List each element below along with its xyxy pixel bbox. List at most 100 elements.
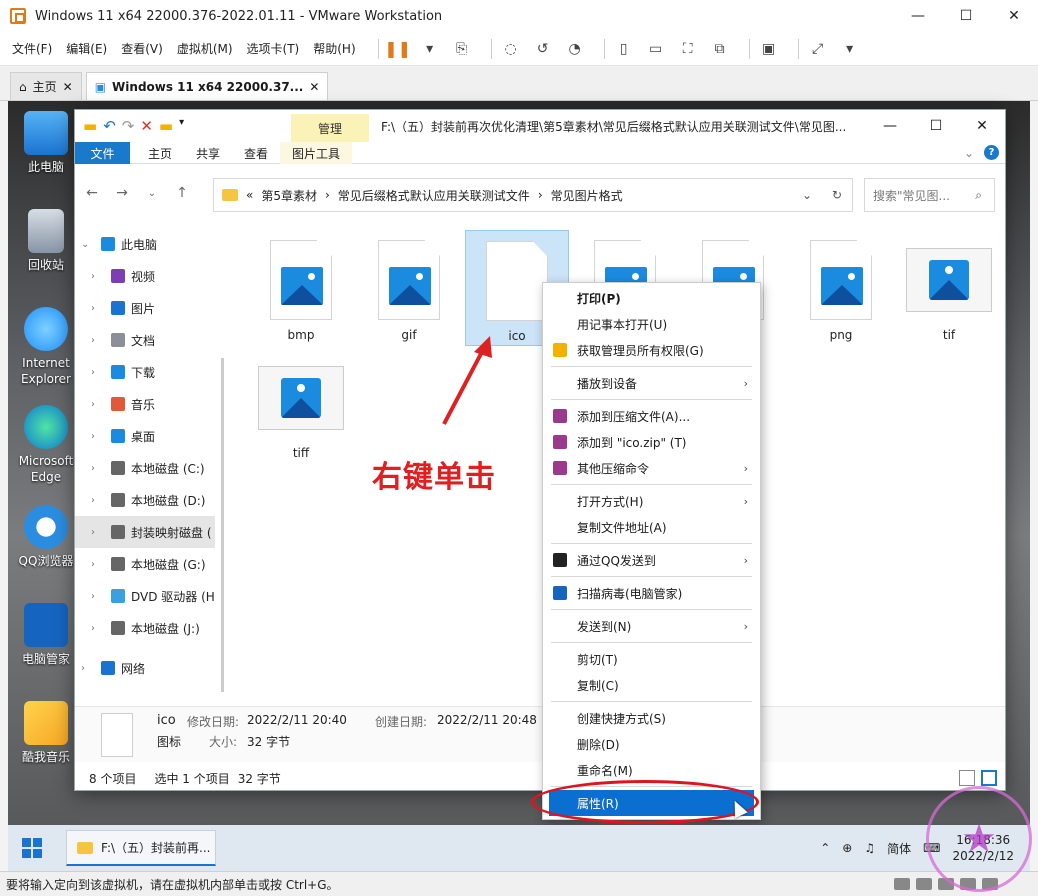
large-icons-view-icon[interactable] [981,770,997,786]
context-menu-item[interactable]: 剪切(T) [543,646,760,672]
desktop-icon-ie[interactable]: Internet Explorer [16,307,76,387]
minimize-button[interactable]: — [867,110,913,142]
collapse-chevron-icon[interactable]: › [91,559,105,570]
delete-icon[interactable]: ✕ [140,117,153,135]
desktop-icon-qq-browser[interactable]: QQ浏览器 [16,505,76,569]
address-dropdown-icon[interactable]: ⌄ [802,188,812,202]
input-method-label[interactable]: 简体 [887,840,911,857]
context-menu-item[interactable]: 打印(P) [543,285,760,311]
menu-tabs[interactable]: 选项卡(T) [247,40,300,57]
recent-dropdown-icon[interactable]: ⌄ [139,188,165,199]
context-menu-item[interactable]: 获取管理员所有权限(G) [543,337,760,363]
tray-chevron-icon[interactable]: ⌃ [820,841,830,855]
close-button[interactable]: ✕ [990,0,1038,32]
minimize-button[interactable]: — [894,0,942,32]
sidebar-toggle-icon[interactable]: ▯ [613,38,635,60]
sidebar-item[interactable]: › 本地磁盘 (G:) [75,548,215,580]
sidebar-scrollbar[interactable] [221,358,224,692]
console-view-icon[interactable]: ▣ [758,38,780,60]
sidebar-item[interactable]: › 网络 [75,652,215,684]
context-menu-item[interactable]: 其他压缩命令 › [543,455,760,481]
thumbnail-bar-icon[interactable]: ▭ [645,38,667,60]
menu-help[interactable]: 帮助(H) [313,40,355,57]
collapse-chevron-icon[interactable]: › [91,303,105,314]
new-folder-icon[interactable]: ▬ [159,117,173,135]
menu-vm[interactable]: 虚拟机(M) [177,40,233,57]
file-item-png[interactable]: png [789,230,893,346]
collapse-chevron-icon[interactable]: › [91,623,105,634]
cdrom-icon[interactable] [916,878,932,890]
menu-file[interactable]: 文件(F) [12,40,52,57]
hdd-icon[interactable] [894,878,910,890]
quick-access-dropdown-icon[interactable]: ▾ [179,117,184,135]
tab-home[interactable]: ⌂ 主页 ✕ [10,72,82,100]
context-menu-item[interactable]: 打开方式(H) › [543,488,760,514]
forward-icon[interactable]: → [109,185,135,201]
details-view-icon[interactable] [959,770,975,786]
context-menu-item[interactable]: 创建快捷方式(S) [543,705,760,731]
maximize-button[interactable]: ☐ [913,110,959,142]
redo-icon[interactable]: ↷ [122,117,135,135]
context-menu-item[interactable]: 发送到(N) › [543,613,760,639]
breadcrumb-overflow[interactable]: « [246,188,253,202]
collapse-chevron-icon[interactable]: › [91,527,105,538]
snapshot-manager-icon[interactable]: ◔ [564,38,586,60]
desktop-icon-kuwo[interactable]: 酷我音乐 [16,701,76,765]
stretch-dropdown-icon[interactable]: ▾ [839,38,861,60]
close-button[interactable]: ✕ [959,110,1005,142]
menu-edit[interactable]: 编辑(E) [66,40,107,57]
tab-picture-tools[interactable]: 图片工具 [280,142,353,164]
dropdown-icon[interactable]: ▾ [419,38,441,60]
desktop-icon-recycle-bin[interactable]: 回收站 [16,209,76,273]
sidebar-item[interactable]: › 视频 [75,260,215,292]
undo-icon[interactable]: ↶ [103,117,116,135]
help-icon[interactable]: ? [984,145,999,160]
sidebar-item[interactable]: ⌄ 此电脑 [75,228,215,260]
sidebar-item[interactable]: › DVD 驱动器 (H [75,580,215,612]
snapshot-icon[interactable]: ◌ [500,38,522,60]
collapse-chevron-icon[interactable]: › [81,663,95,674]
tab-file[interactable]: 文件 [75,142,130,164]
address-bar[interactable]: « 第5章素材 › 常见后缀格式默认应用关联测试文件 › 常见图片格式 ⌄ ↻ [213,178,853,212]
start-button-icon[interactable] [22,838,42,858]
sidebar-item[interactable]: › 本地磁盘 (C:) [75,452,215,484]
pause-icon[interactable]: ❚❚ [384,38,411,60]
maximize-button[interactable]: ☐ [942,0,990,32]
search-input[interactable]: 搜索"常见图... ⌕ [864,178,995,212]
context-menu-item[interactable]: 复制文件地址(A) [543,514,760,540]
tab-close-icon[interactable]: ✕ [309,80,319,94]
file-item-gif[interactable]: gif [357,230,461,346]
taskbar-explorer-window[interactable]: F:\（五）封装前再... [66,830,216,866]
context-menu-item[interactable]: 添加到压缩文件(A)... [543,403,760,429]
sidebar-item[interactable]: › 图片 [75,292,215,324]
volume-icon[interactable]: ♫ [864,841,875,855]
collapse-chevron-icon[interactable]: › [91,399,105,410]
collapse-chevron-icon[interactable]: › [91,335,105,346]
stretch-guest-icon[interactable]: ⤢ [807,38,829,60]
tab-share[interactable]: 共享 [184,142,232,164]
breadcrumb-item[interactable]: 常见图片格式 [551,187,623,204]
network-icon[interactable]: ⊕ [842,841,852,855]
context-menu-item[interactable]: 播放到设备 › [543,370,760,396]
send-ctrl-alt-del-icon[interactable]: ⎘ [451,38,473,60]
collapse-chevron-icon[interactable]: › [91,271,105,282]
file-item-tiff[interactable]: tiff [249,348,353,464]
expand-chevron-icon[interactable]: ⌄ [81,239,95,250]
tab-view[interactable]: 查看 [232,142,280,164]
breadcrumb-item[interactable]: 常见后缀格式默认应用关联测试文件 [338,187,530,204]
sidebar-item[interactable]: › 桌面 [75,420,215,452]
sidebar-item[interactable]: › 文档 [75,324,215,356]
context-menu-item[interactable]: 扫描病毒(电脑管家) [543,580,760,606]
collapse-chevron-icon[interactable]: › [91,591,105,602]
desktop-icon-this-pc[interactable]: 此电脑 [16,111,76,175]
up-icon[interactable]: ↑ [169,185,195,201]
menu-view[interactable]: 查看(V) [121,40,163,57]
collapse-chevron-icon[interactable]: › [91,495,105,506]
context-menu-item[interactable]: 通过QQ发送到 › [543,547,760,573]
desktop-icon-edge[interactable]: Microsoft Edge [16,405,76,485]
ribbon-expand-icon[interactable]: ⌄ [964,146,974,160]
sidebar-item[interactable]: › 音乐 [75,388,215,420]
context-menu-item[interactable]: 复制(C) [543,672,760,698]
tab-vm[interactable]: ▣ Windows 11 x64 22000.37... ✕ [85,72,329,100]
manage-context-tab[interactable]: 管理 [291,114,369,142]
